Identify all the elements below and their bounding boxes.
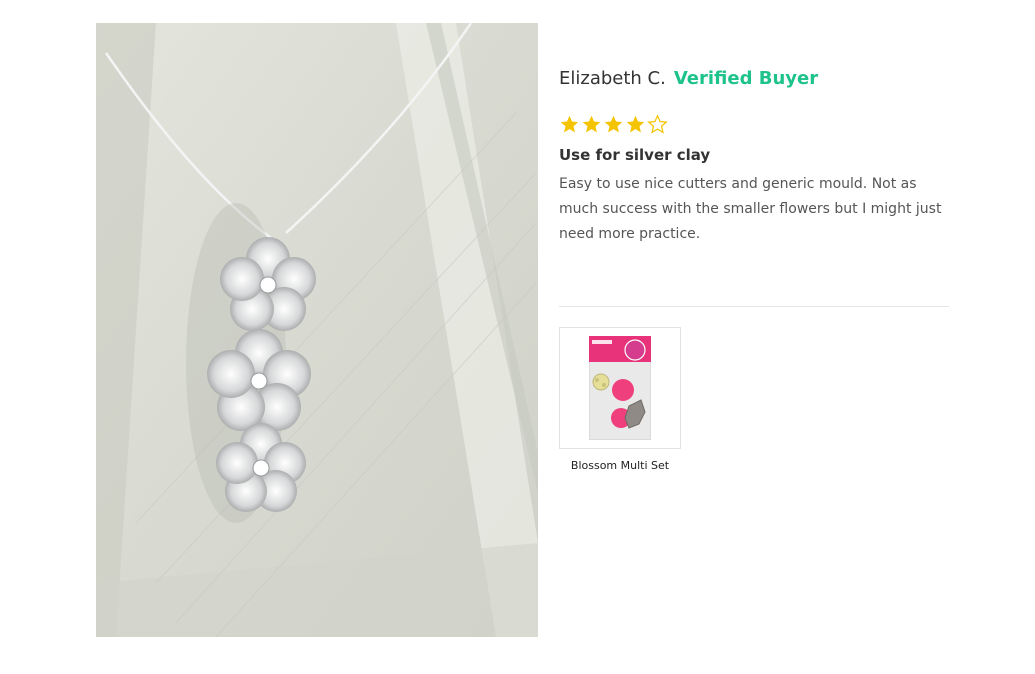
review-page: Elizabeth C. Verified Buyer Use for silv… [0, 0, 1035, 674]
star-filled-icon [604, 115, 623, 132]
review-title: Use for silver clay [559, 146, 711, 164]
star-rating [559, 112, 949, 136]
divider [559, 306, 949, 307]
star-empty-icon [647, 113, 668, 134]
review-photo[interactable] [96, 23, 538, 637]
star-filled-icon [582, 115, 601, 132]
star-filled-icon [560, 115, 579, 132]
product-name-link[interactable]: Blossom Multi Set [559, 459, 681, 472]
verified-buyer-badge: Verified Buyer [673, 68, 819, 89]
review-content: Elizabeth C. Verified Buyer Use for silv… [559, 68, 949, 247]
reviewer-name: Elizabeth C. [559, 68, 666, 89]
reviewer-row: Elizabeth C. Verified Buyer [559, 68, 949, 94]
review-body: Easy to use nice cutters and generic mou… [559, 176, 942, 242]
reviewed-product[interactable]: Blossom Multi Set [559, 327, 681, 472]
product-package-thumbnail [589, 336, 651, 440]
star-filled-icon [626, 115, 645, 132]
product-thumbnail[interactable] [559, 327, 681, 449]
silver-flower-pendant-photo [96, 23, 538, 637]
